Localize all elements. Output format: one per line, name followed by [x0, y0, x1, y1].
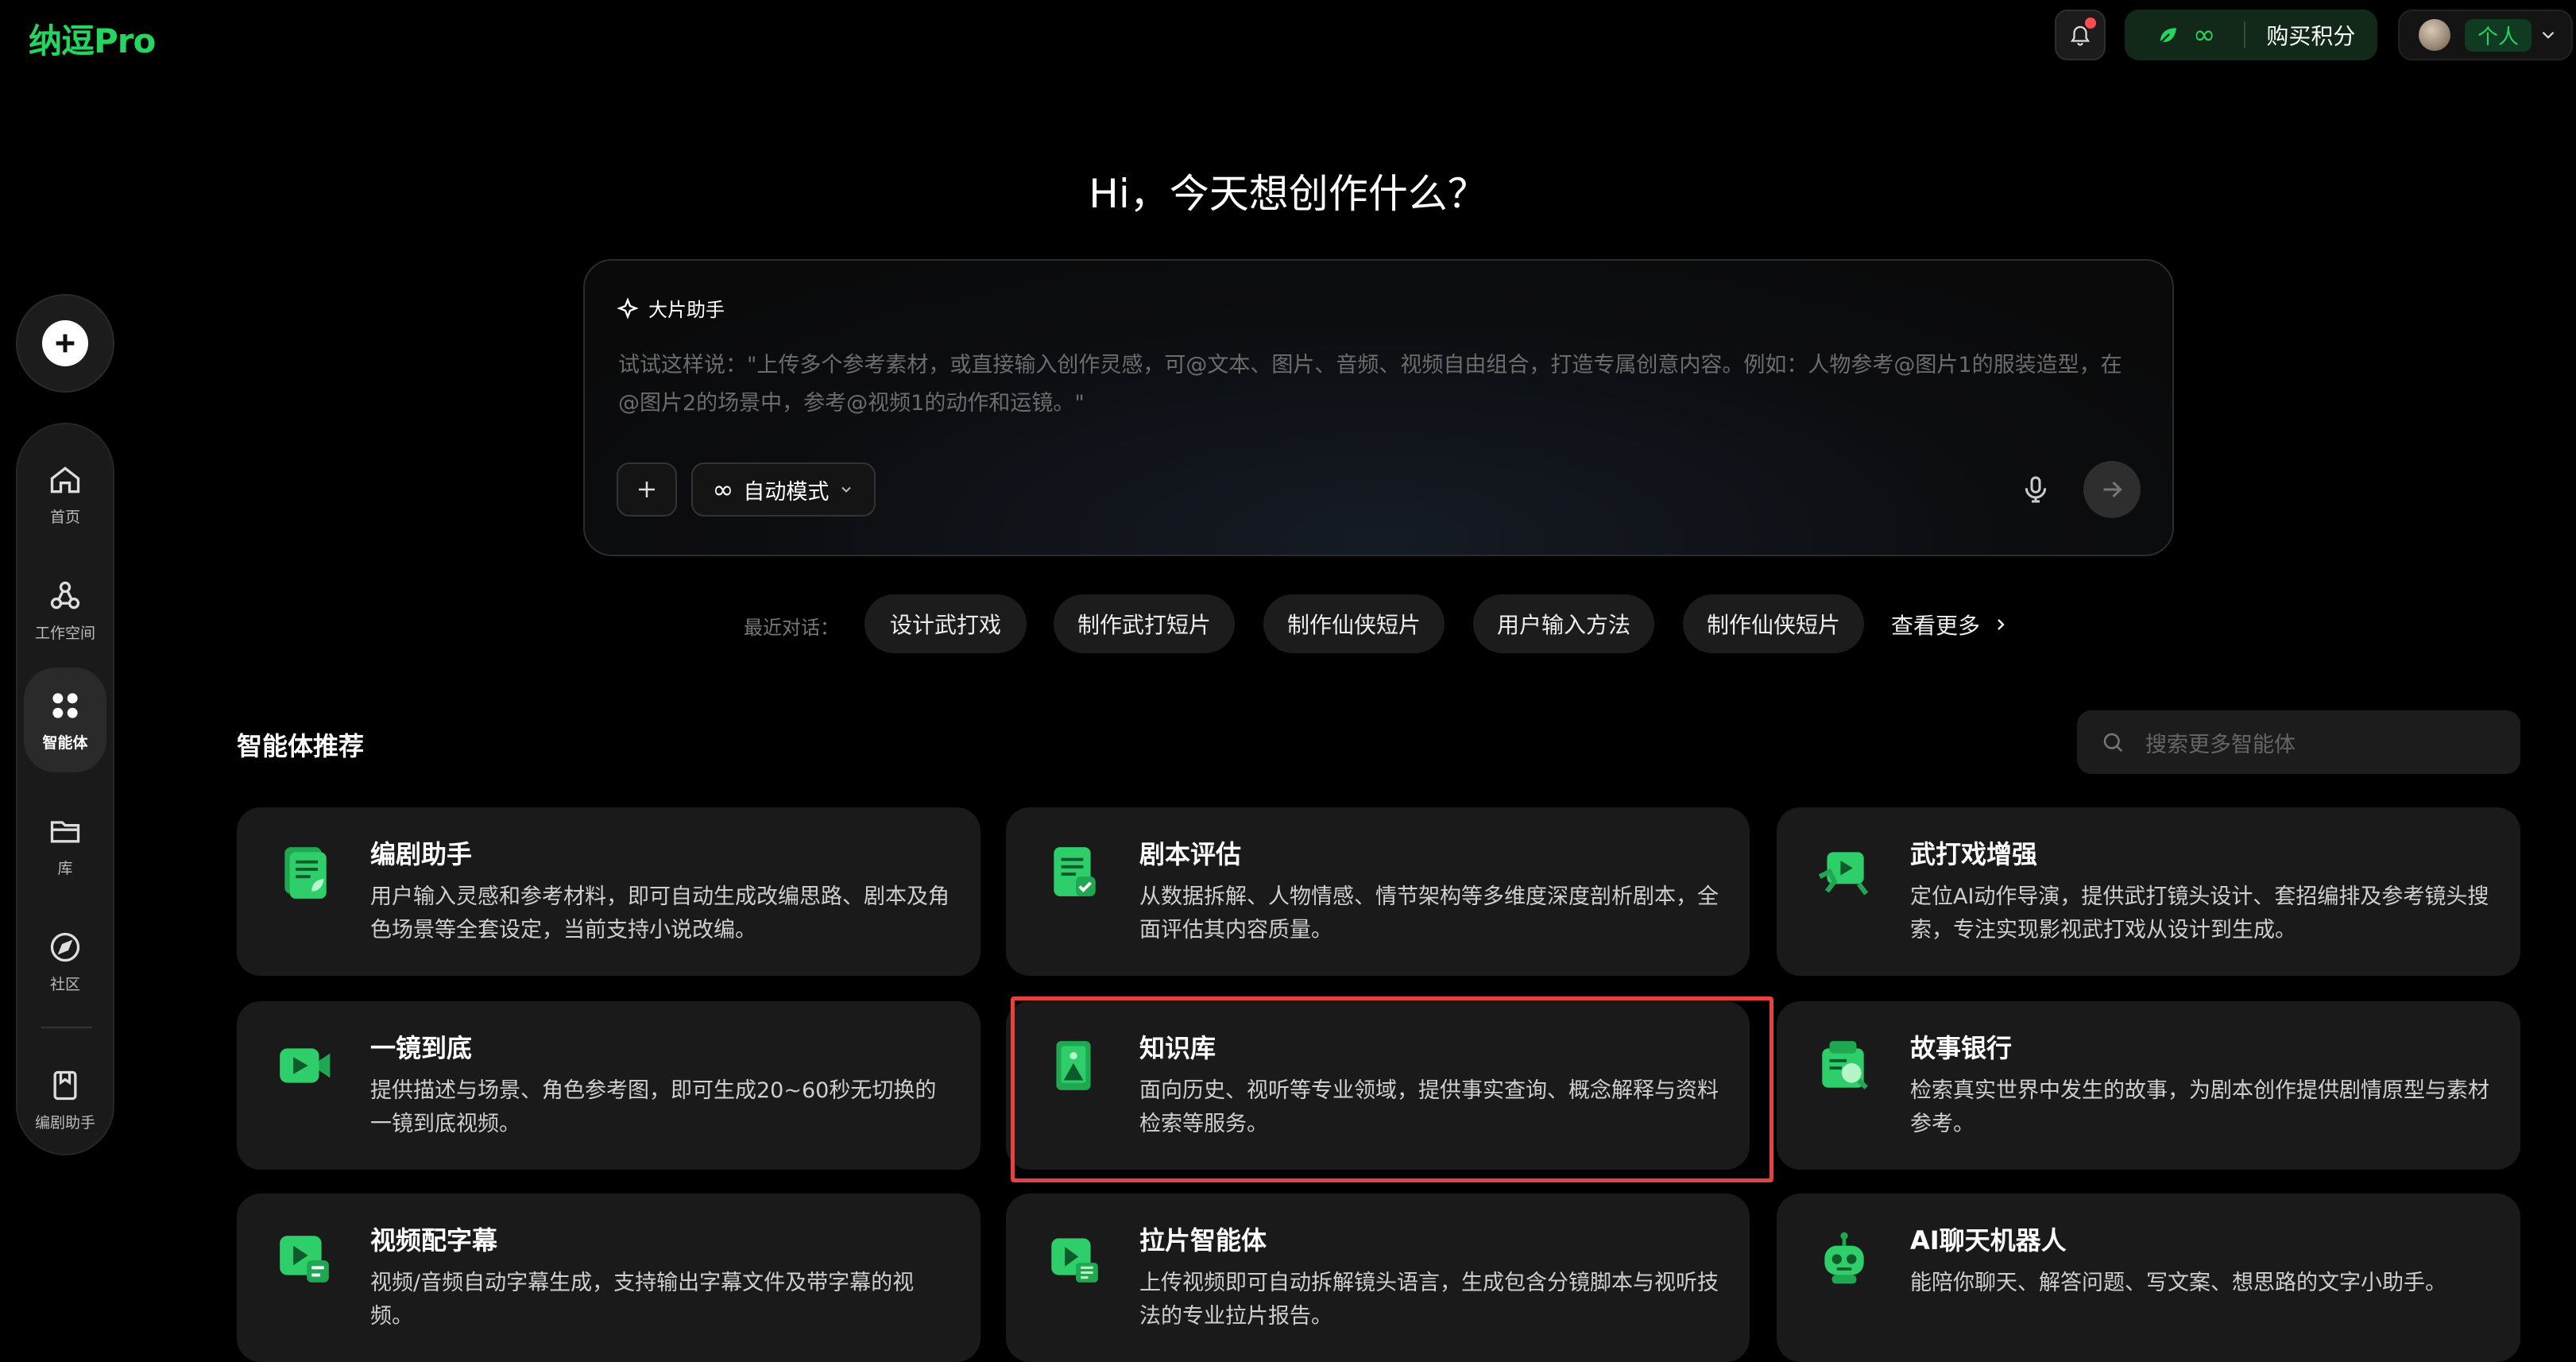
sidebar-item-library[interactable]: 库 [24, 793, 106, 898]
microphone-icon[interactable] [2020, 474, 2052, 505]
agent-card-breakdown[interactable]: 拉片智能体 上传视频即可自动拆解镜头语言，生成包含分镜脚本与视听技法的专业拉片报… [1006, 1194, 1750, 1362]
evaluation-doc-icon [1054, 847, 1096, 896]
card-title: 视频配字幕 [370, 1225, 498, 1256]
plus-icon [639, 482, 655, 497]
recent-chip[interactable]: 用户输入方法 [1473, 594, 1654, 653]
home-icon [50, 466, 80, 493]
sidebar-item-agents[interactable]: 智能体 [24, 667, 106, 772]
create-button[interactable] [16, 294, 114, 393]
sidebar-item-community[interactable]: 社区 [24, 909, 106, 1014]
sidebar-item-label: 智能体 [42, 733, 88, 752]
card-desc: 从数据拆解、人物情感、情节架构等多维度深度剖析剧本，全面评估其内容质量。 [1139, 884, 1719, 942]
card-title: 编剧助手 [370, 839, 473, 869]
agent-card-subtitles[interactable]: 视频配字幕 视频/音频自动字幕生成，支持输出字幕文件及带字幕的视频。 [237, 1194, 981, 1362]
search-icon [2103, 733, 2123, 753]
sidebar-item-label: 库 [57, 859, 73, 877]
agent-card-chatbot[interactable]: AI聊天机器人 能陪你聊天、解答问题、写文案、想思路的文字小助手。 [1777, 1194, 2520, 1362]
card-title: 故事银行 [1910, 1033, 2013, 1063]
compass-icon [50, 932, 80, 962]
prompt-box[interactable]: 大片助手 试试这样说："上传多个参考素材，或直接输入创作灵感，可@文本、图片、音… [583, 259, 2174, 556]
card-desc: 上传视频即可自动拆解镜头语言，生成包含分镜脚本与视听技法的专业拉片报告。 [1139, 1271, 1719, 1329]
agent-card-one-shot[interactable]: 一镜到底 提供描述与场景、角色参考图，即可生成20~60秒无切换的一镜到底视频。 [237, 1001, 981, 1170]
sidebar-item-label: 首页 [49, 508, 80, 526]
agents-icon [52, 692, 78, 718]
card-desc: 检索真实世界中发生的故事，为剧本创作提供剧情原型与素材参考。 [1910, 1078, 2489, 1136]
agent-search-input[interactable]: 搜索更多智能体 [2077, 710, 2520, 774]
attach-button[interactable] [617, 462, 677, 517]
action-video-icon [1818, 852, 1869, 896]
mode-label: 自动模式 [743, 479, 830, 505]
profile-tag: 个人 [2465, 18, 2532, 52]
card-title: 拉片智能体 [1139, 1225, 1267, 1256]
sparkle-icon [617, 296, 639, 319]
profile-menu[interactable]: 个人 [2398, 10, 2573, 60]
selection-highlight [1011, 996, 1773, 1182]
subtitle-video-icon [280, 1236, 329, 1283]
infinity-icon: ∞ [712, 474, 734, 505]
notification-dot [2085, 17, 2096, 29]
card-title: 剧本评估 [1139, 839, 1242, 869]
recent-chip[interactable]: 制作仙侠短片 [1683, 594, 1864, 653]
app-logo[interactable]: 纳逗Pro [29, 14, 156, 63]
recent-chip[interactable]: 制作武打短片 [1054, 594, 1235, 653]
agent-card-martial-arts[interactable]: 武打戏增强 定位AI动作导演，提供武打镜头设计、套招编排及参考镜头搜索，专注实现… [1777, 807, 2520, 976]
sidebar: 首页 工作空间 智能体 库 社区 编剧助手 [16, 423, 114, 1155]
assistant-selector[interactable]: 大片助手 [617, 294, 725, 322]
card-desc: 定位AI动作导演，提供武打镜头设计、套招编排及参考镜头搜索，专注实现影视武打戏从… [1910, 884, 2489, 942]
recent-label: 最近对话： [744, 617, 839, 639]
points-bar[interactable]: ∞ 购买积分 [2125, 10, 2377, 60]
notifications-button[interactable] [2055, 10, 2106, 60]
infinity-icon: ∞ [2193, 19, 2216, 51]
card-desc: 提供描述与场景、角色参考图，即可生成20~60秒无切换的一镜到底视频。 [370, 1078, 937, 1136]
robot-icon [1824, 1232, 1864, 1284]
sidebar-item-workspace[interactable]: 工作空间 [24, 558, 106, 663]
film-breakdown-icon [1051, 1238, 1098, 1283]
chevron-down-icon [841, 486, 852, 493]
sidebar-item-home[interactable]: 首页 [24, 442, 106, 547]
view-more-label: 查看更多 [1891, 613, 1981, 639]
sidebar-item-screenwriter[interactable]: 编剧助手 [24, 1047, 106, 1152]
agent-card-script-eval[interactable]: 剧本评估 从数据拆解、人物情感、情节架构等多维度深度剖析剧本，全面评估其内容质量… [1006, 807, 1750, 976]
sidebar-item-label: 工作空间 [34, 624, 95, 642]
agent-card-story-bank[interactable]: 故事银行 检索真实世界中发生的故事，为剧本创作提供剧情原型与素材参考。 [1777, 1001, 2520, 1170]
page-headline: Hi，今天想创作什么？ [1089, 171, 1487, 217]
avatar[interactable] [2419, 19, 2450, 51]
search-placeholder: 搜索更多智能体 [2145, 732, 2296, 757]
prompt-input[interactable]: 试试这样说："上传多个参考素材，或直接输入创作灵感，可@文本、图片、音频、视频自… [618, 346, 2128, 423]
sidebar-divider [41, 1027, 92, 1028]
assistant-label: 大片助手 [648, 299, 725, 321]
view-more-link[interactable]: 查看更多 [1891, 609, 2010, 640]
mode-dropdown[interactable]: ∞ 自动模式 [691, 462, 876, 517]
plus-icon [42, 320, 88, 366]
card-title: 武打戏增强 [1910, 839, 2038, 869]
workspace-icon [50, 581, 80, 609]
buy-points-button[interactable]: 购买积分 [2266, 19, 2355, 51]
folder-icon [50, 820, 80, 842]
video-camera-icon [280, 1048, 331, 1083]
sidebar-item-label: 编剧助手 [34, 1113, 95, 1132]
agent-card-screenwriter[interactable]: 编剧助手 用户输入灵感和参考材料，即可自动生成改编思路、剧本及角色场景等全套设定… [237, 807, 981, 976]
recent-chip[interactable]: 制作仙侠短片 [1263, 594, 1445, 653]
send-button[interactable] [2083, 461, 2141, 518]
chevron-down-icon[interactable] [2538, 25, 2559, 45]
story-bank-icon [1822, 1041, 1868, 1089]
sidebar-item-label: 社区 [49, 975, 80, 993]
chevron-right-icon [1998, 619, 2005, 630]
card-desc: 能陪你聊天、解答问题、写文案、想思路的文字小助手。 [1910, 1271, 2446, 1295]
card-title: AI聊天机器人 [1910, 1225, 2067, 1256]
card-desc: 视频/音频自动字幕生成，支持输出字幕文件及带字幕的视频。 [370, 1271, 915, 1329]
screenwriter-icon [53, 1070, 77, 1100]
leaf-icon [2160, 28, 2176, 43]
card-desc: 用户输入灵感和参考材料，即可自动生成改编思路、剧本及角色场景等全套设定，当前支持… [370, 884, 950, 942]
arrow-right-icon [2103, 481, 2122, 498]
recent-chip[interactable]: 设计武打戏 [864, 594, 1027, 653]
points-divider [2244, 21, 2246, 48]
section-title: 智能体推荐 [237, 731, 365, 761]
script-doc-icon [284, 847, 327, 899]
card-title: 一镜到底 [370, 1033, 473, 1063]
